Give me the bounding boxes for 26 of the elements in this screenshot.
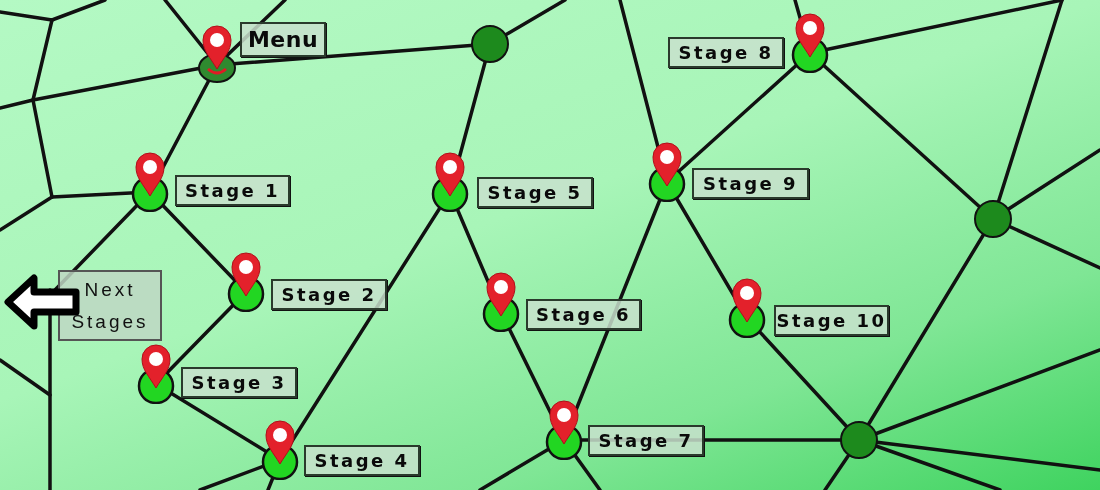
stage-button[interactable]: Stage 5 xyxy=(477,177,593,208)
stage-button[interactable]: Stage 4 xyxy=(304,445,420,476)
stage-button[interactable]: Stage 8 xyxy=(668,37,784,68)
menu-button[interactable]: Menu xyxy=(240,22,326,57)
map-pin-icon xyxy=(789,11,831,73)
map-pin-icon xyxy=(225,250,267,312)
map-pin-icon xyxy=(646,140,688,202)
map-pin-icon xyxy=(429,150,471,212)
junction-node xyxy=(840,421,878,459)
map-pin-icon xyxy=(135,342,177,404)
stage-button[interactable]: Stage 1 xyxy=(175,175,290,206)
stage-button[interactable]: Stage 6 xyxy=(526,299,641,330)
map-pin-icon xyxy=(543,398,585,460)
map-pin-icon xyxy=(129,150,171,212)
map-pin-icon xyxy=(196,23,238,85)
stage-button[interactable]: Stage 7 xyxy=(588,425,704,456)
stage-button[interactable]: Stage 3 xyxy=(181,367,297,398)
map-pin-icon xyxy=(259,418,301,480)
stage-button[interactable]: Stage 10 xyxy=(774,305,889,336)
junction-node xyxy=(471,25,509,63)
next-stages-button[interactable]: Next Stages xyxy=(58,270,162,341)
map-pin-icon xyxy=(726,276,768,338)
stage-button[interactable]: Stage 9 xyxy=(692,168,809,199)
map-pin-icon xyxy=(480,270,522,332)
junction-node xyxy=(974,200,1012,238)
stage-button[interactable]: Stage 2 xyxy=(271,279,387,310)
